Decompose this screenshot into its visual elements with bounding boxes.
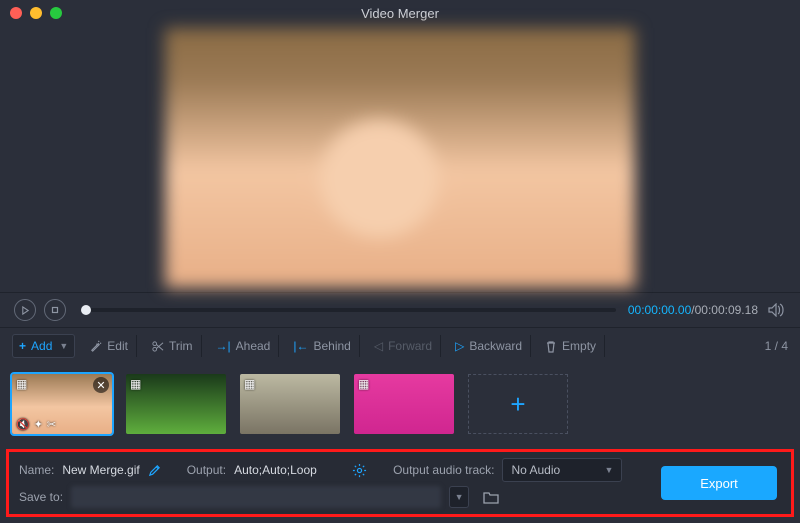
behind-icon: |← xyxy=(293,339,308,353)
export-label: Export xyxy=(700,476,738,491)
chevron-down-icon: ▼ xyxy=(59,341,68,351)
audio-label: Output audio track: xyxy=(393,463,494,477)
browse-folder-button[interactable] xyxy=(483,491,499,504)
trash-icon xyxy=(545,340,557,353)
backward-icon: ▷ xyxy=(455,339,464,353)
stop-icon xyxy=(51,306,59,314)
seek-knob[interactable] xyxy=(81,305,91,315)
add-clip-button[interactable]: + xyxy=(468,374,568,434)
clip-thumbnail[interactable]: ▦ ✕ 🔇 ✦ ✂ xyxy=(12,374,112,434)
clip-badges: 🔇 ✦ ✂ xyxy=(16,418,56,431)
clip-thumbnail[interactable]: ▦ xyxy=(354,374,454,434)
current-time: 00:00:00.00 xyxy=(628,303,691,317)
ahead-button[interactable]: →| Ahead xyxy=(208,335,280,357)
cut-icon: ✂ xyxy=(47,418,56,431)
edit-button[interactable]: Edit xyxy=(81,335,137,357)
film-icon: ▦ xyxy=(16,377,27,391)
play-icon xyxy=(21,306,30,315)
pencil-icon xyxy=(148,464,161,477)
add-button[interactable]: + Add ▼ xyxy=(12,334,75,358)
export-settings-panel: Name: New Merge.gif Output: Auto;Auto;Lo… xyxy=(6,449,794,517)
save-path-field[interactable] xyxy=(71,486,441,508)
plus-icon: + xyxy=(19,339,26,353)
edit-name-button[interactable] xyxy=(148,464,161,477)
preview-area xyxy=(0,26,800,292)
film-icon: ▦ xyxy=(358,377,369,391)
clip-thumbnail[interactable]: ▦ xyxy=(240,374,340,434)
folder-icon xyxy=(483,491,499,504)
backward-button[interactable]: ▷ Backward xyxy=(447,335,531,357)
empty-button[interactable]: Empty xyxy=(537,335,605,357)
save-path-dropdown[interactable]: ▼ xyxy=(449,486,469,508)
time-display: 00:00:00.00/00:00:09.18 xyxy=(628,303,758,317)
wand-icon xyxy=(89,340,102,353)
film-icon: ▦ xyxy=(244,377,255,391)
forward-button[interactable]: ◁ Forward xyxy=(366,335,441,357)
stop-button[interactable] xyxy=(44,299,66,321)
behind-button[interactable]: |← Behind xyxy=(285,335,360,357)
output-label: Output: xyxy=(187,463,226,477)
video-preview[interactable] xyxy=(165,28,635,288)
seek-bar[interactable] xyxy=(86,308,616,312)
chevron-down-icon: ▼ xyxy=(605,465,614,475)
film-icon: ▦ xyxy=(130,377,141,391)
mute-icon: 🔇 xyxy=(16,418,30,431)
trim-button[interactable]: Trim xyxy=(143,335,202,357)
fx-icon: ✦ xyxy=(34,418,43,431)
clip-strip: ▦ ✕ 🔇 ✦ ✂ ▦ ▦ ▦ + xyxy=(0,364,800,444)
remove-clip-button[interactable]: ✕ xyxy=(93,377,109,393)
total-time: 00:00:09.18 xyxy=(695,303,758,317)
toolbar: + Add ▼ Edit Trim →| Ahead |← Behind ◁ F… xyxy=(0,328,800,364)
playback-bar: 00:00:00.00/00:00:09.18 xyxy=(0,292,800,328)
gear-icon xyxy=(352,463,367,478)
volume-icon xyxy=(768,303,786,317)
clip-thumbnail[interactable]: ▦ xyxy=(126,374,226,434)
volume-button[interactable] xyxy=(768,303,786,317)
clip-counter: 1 / 4 xyxy=(765,339,788,353)
add-label: Add xyxy=(31,339,52,353)
output-value: Auto;Auto;Loop xyxy=(234,463,344,477)
output-settings-button[interactable] xyxy=(352,463,367,478)
ahead-icon: →| xyxy=(216,339,231,353)
titlebar: Video Merger xyxy=(0,0,800,26)
play-button[interactable] xyxy=(14,299,36,321)
save-label: Save to: xyxy=(19,490,63,504)
window-title: Video Merger xyxy=(0,6,800,21)
name-value: New Merge.gif xyxy=(62,463,139,477)
forward-icon: ◁ xyxy=(374,339,383,353)
name-label: Name: xyxy=(19,463,54,477)
audio-value: No Audio xyxy=(511,463,560,477)
audio-track-select[interactable]: No Audio ▼ xyxy=(502,458,622,482)
export-button[interactable]: Export xyxy=(661,466,777,500)
plus-icon: + xyxy=(510,389,525,420)
scissors-icon xyxy=(151,340,164,353)
chevron-down-icon: ▼ xyxy=(455,492,464,502)
